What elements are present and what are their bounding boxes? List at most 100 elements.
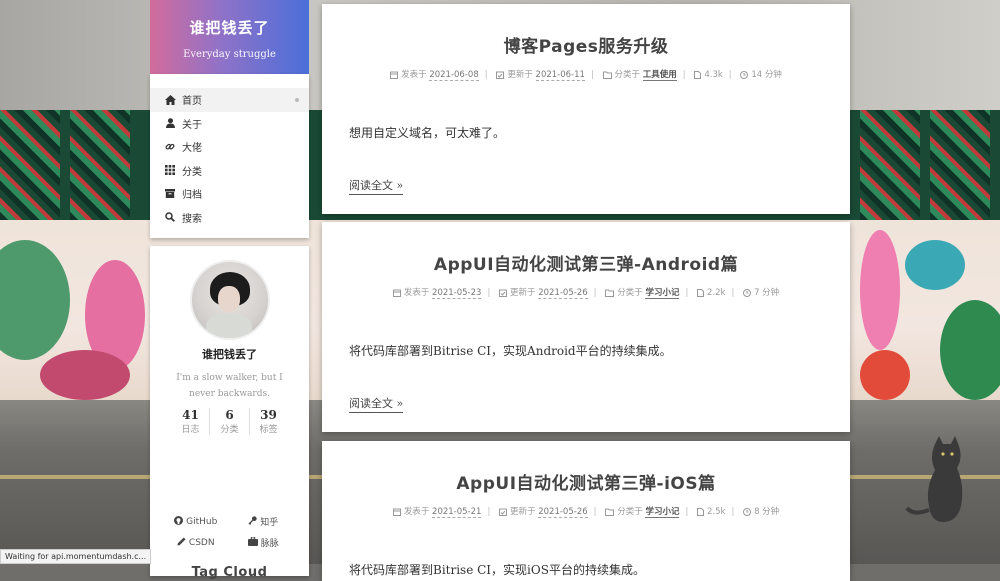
post-word-count: 2.5k — [707, 507, 726, 517]
calendar-icon — [390, 71, 399, 82]
stat-categories[interactable]: 6 分类 — [209, 408, 248, 435]
pen-icon — [177, 536, 186, 549]
link-label: 脉脉 — [260, 539, 279, 549]
calendar-icon — [392, 508, 401, 519]
link-label: CSDN — [188, 537, 215, 548]
folder-icon — [605, 289, 615, 300]
post-date: 2021-05-23 — [432, 288, 482, 299]
menu-item-friends[interactable]: 大佬 — [150, 135, 309, 159]
site-title[interactable]: 谁把钱丢了 — [150, 17, 309, 38]
post-category-link[interactable]: 学习小记 — [645, 507, 680, 518]
cat-illustration-icon — [905, 436, 963, 522]
file-icon — [697, 508, 705, 519]
post-category-link[interactable]: 工具使用 — [642, 70, 677, 81]
read-more-link[interactable]: 阅读全文 » — [349, 177, 404, 195]
briefcase-icon — [247, 536, 258, 549]
clock-icon — [743, 289, 752, 300]
post-read-time: 7 分钟 — [754, 288, 780, 298]
post-card: AppUI自动化测试第三弹-Android篇 发表于 2021-05-23 | 更… — [322, 222, 850, 432]
csdn-link[interactable]: CSDN — [162, 536, 230, 549]
meta-posted-label: 发表于 — [401, 70, 427, 80]
meta-updated-label: 更新于 — [510, 507, 536, 517]
active-indicator — [295, 98, 299, 102]
home-icon — [164, 94, 176, 106]
stat-count: 41 — [182, 408, 199, 422]
stat-label: 分类 — [220, 425, 239, 435]
read-more-link[interactable]: 阅读全文 » — [349, 395, 404, 413]
author-panel: 谁把钱丢了 I'm a slow walker, but I never bac… — [150, 246, 309, 580]
menu-item-about[interactable]: 关于 — [150, 112, 309, 136]
menu-item-label: 首页 — [182, 96, 202, 108]
zhihu-link[interactable]: 知乎 — [230, 515, 298, 528]
stat-posts[interactable]: 41 日志 — [171, 408, 209, 435]
post-meta: 发表于 2021-05-23 | 更新于 2021-05-26 | 分类于 学习小记… — [349, 286, 823, 300]
post-title[interactable]: AppUI自动化测试第三弹-Android篇 — [349, 250, 823, 275]
post-updated: 2021-06-11 — [535, 70, 585, 81]
search-icon — [164, 211, 176, 223]
post-meta: 发表于 2021-05-21 | 更新于 2021-05-26 | 分类于 学习小记… — [349, 505, 823, 519]
site-stats: 41 日志 6 分类 39 标签 — [150, 408, 309, 435]
meta-updated-label: 更新于 — [507, 70, 533, 80]
github-icon — [174, 515, 184, 528]
stat-tags[interactable]: 39 标签 — [248, 408, 288, 435]
archive-icon — [164, 188, 176, 200]
stat-count: 6 — [225, 408, 234, 422]
calendar-check-icon — [499, 508, 508, 519]
main-menu: 首页 关于 大佬 分类 归档 搜索 — [150, 74, 309, 238]
stat-label: 日志 — [181, 425, 200, 435]
clock-icon — [740, 71, 749, 82]
menu-item-label: 搜索 — [182, 213, 202, 225]
clock-icon — [743, 508, 752, 519]
social-links: GitHub 知乎 CSDN 脉脉 — [150, 515, 309, 549]
meta-updated-label: 更新于 — [510, 288, 536, 298]
menu-item-home[interactable]: 首页 — [150, 88, 309, 112]
menu-item-search[interactable]: 搜索 — [150, 206, 309, 230]
calendar-check-icon — [499, 289, 508, 300]
calendar-check-icon — [496, 71, 505, 82]
menu-item-archives[interactable]: 归档 — [150, 182, 309, 206]
avatar — [189, 260, 270, 340]
post-word-count: 4.3k — [704, 70, 723, 80]
post-read-time: 14 分钟 — [751, 70, 782, 80]
menu-item-label: 大佬 — [182, 143, 202, 155]
post-read-time: 8 分钟 — [754, 507, 780, 517]
meta-category-label: 分类于 — [617, 288, 643, 298]
post-excerpt: 想用自定义域名，可太难了。 — [349, 126, 506, 140]
menu-item-label: 关于 — [182, 119, 202, 131]
post-date: 2021-05-21 — [432, 507, 482, 518]
github-link[interactable]: GitHub — [162, 515, 230, 528]
folder-icon — [602, 71, 612, 82]
menu-item-label: 归档 — [182, 190, 202, 202]
author-name: 谁把钱丢了 — [202, 348, 257, 361]
grid-icon — [164, 164, 176, 176]
key-icon — [248, 515, 257, 528]
post-card: AppUI自动化测试第三弹-iOS篇 发表于 2021-05-21 | 更新于 2… — [322, 441, 850, 581]
post-date: 2021-06-08 — [429, 70, 479, 81]
post-category-link[interactable]: 学习小记 — [645, 288, 680, 299]
stat-count: 39 — [260, 408, 277, 422]
stat-label: 标签 — [259, 425, 278, 435]
menu-item-label: 分类 — [182, 166, 202, 178]
meta-category-label: 分类于 — [617, 507, 643, 517]
file-icon — [694, 71, 702, 82]
author-description: I'm a slow walker, but I never backwards… — [176, 373, 283, 399]
menu-item-categories[interactable]: 分类 — [150, 159, 309, 183]
post-updated: 2021-05-26 — [538, 288, 588, 299]
meta-posted-label: 发表于 — [403, 507, 430, 517]
folder-icon — [605, 508, 615, 519]
file-icon — [697, 289, 705, 300]
post-title[interactable]: AppUI自动化测试第三弹-iOS篇 — [349, 469, 823, 494]
browser-status-bar: Waiting for api.momentumdash.c... — [0, 549, 152, 564]
maimai-link[interactable]: 脉脉 — [230, 536, 298, 549]
site-subtitle: Everyday struggle — [183, 49, 276, 60]
post-title[interactable]: 博客Pages服务升级 — [349, 32, 823, 57]
user-icon — [164, 117, 176, 129]
post-updated: 2021-05-26 — [538, 507, 588, 518]
calendar-icon — [392, 289, 401, 300]
link-icon — [164, 141, 176, 153]
link-label: 知乎 — [260, 518, 279, 528]
link-label: GitHub — [186, 516, 218, 527]
site-brand: 谁把钱丢了 Everyday struggle — [150, 0, 309, 74]
post-excerpt: 将代码库部署到Bitrise CI，实现Android平台的持续集成。 — [349, 344, 672, 358]
meta-posted-label: 发表于 — [403, 288, 430, 298]
